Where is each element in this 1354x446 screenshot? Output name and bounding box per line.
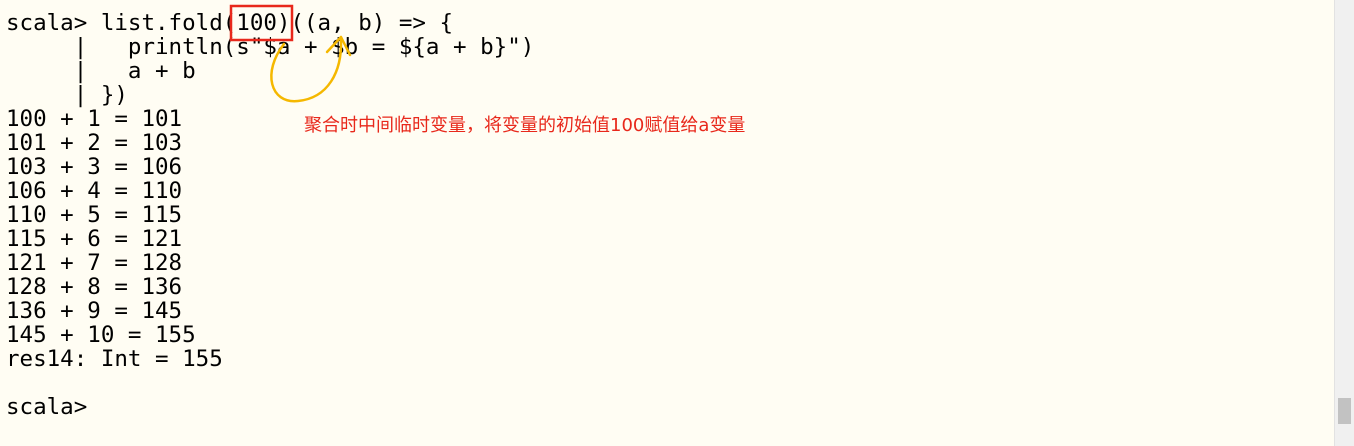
console-line-2: | println(s"$a + $b = ${a + b}") bbox=[6, 34, 535, 60]
console-line-4: | }) bbox=[6, 82, 128, 108]
console-line-8: 106 + 4 = 110 bbox=[6, 178, 183, 204]
console-line-12: 128 + 8 = 136 bbox=[6, 274, 183, 300]
annotation-note: 聚合时中间临时变量，将变量的初始值100赋值给a变量 bbox=[304, 115, 746, 136]
console-line-14: 145 + 10 = 155 bbox=[6, 322, 196, 348]
console-prompt-line[interactable]: scala> bbox=[6, 395, 534, 419]
console-output[interactable]: scala> list.fold(100)((a, b) => { | prin… bbox=[6, 11, 534, 419]
console-line-11: 121 + 7 = 128 bbox=[6, 250, 183, 276]
scrollbar-thumb[interactable] bbox=[1338, 398, 1351, 424]
vertical-scrollbar[interactable] bbox=[1334, 0, 1354, 446]
console-line-10: 115 + 6 = 121 bbox=[6, 226, 183, 252]
console-line-13: 136 + 9 = 145 bbox=[6, 298, 183, 324]
console-line-9: 110 + 5 = 115 bbox=[6, 202, 183, 228]
console-line-7: 103 + 3 = 106 bbox=[6, 154, 183, 180]
console-line-16 bbox=[6, 371, 534, 395]
console-line-15: res14: Int = 155 bbox=[6, 346, 223, 372]
terminal-window[interactable]: scala> list.fold(100)((a, b) => { | prin… bbox=[0, 0, 1334, 446]
console-line-1: scala> list.fold(100)((a, b) => { bbox=[6, 10, 454, 36]
console-line-3: | a + b bbox=[6, 58, 196, 84]
